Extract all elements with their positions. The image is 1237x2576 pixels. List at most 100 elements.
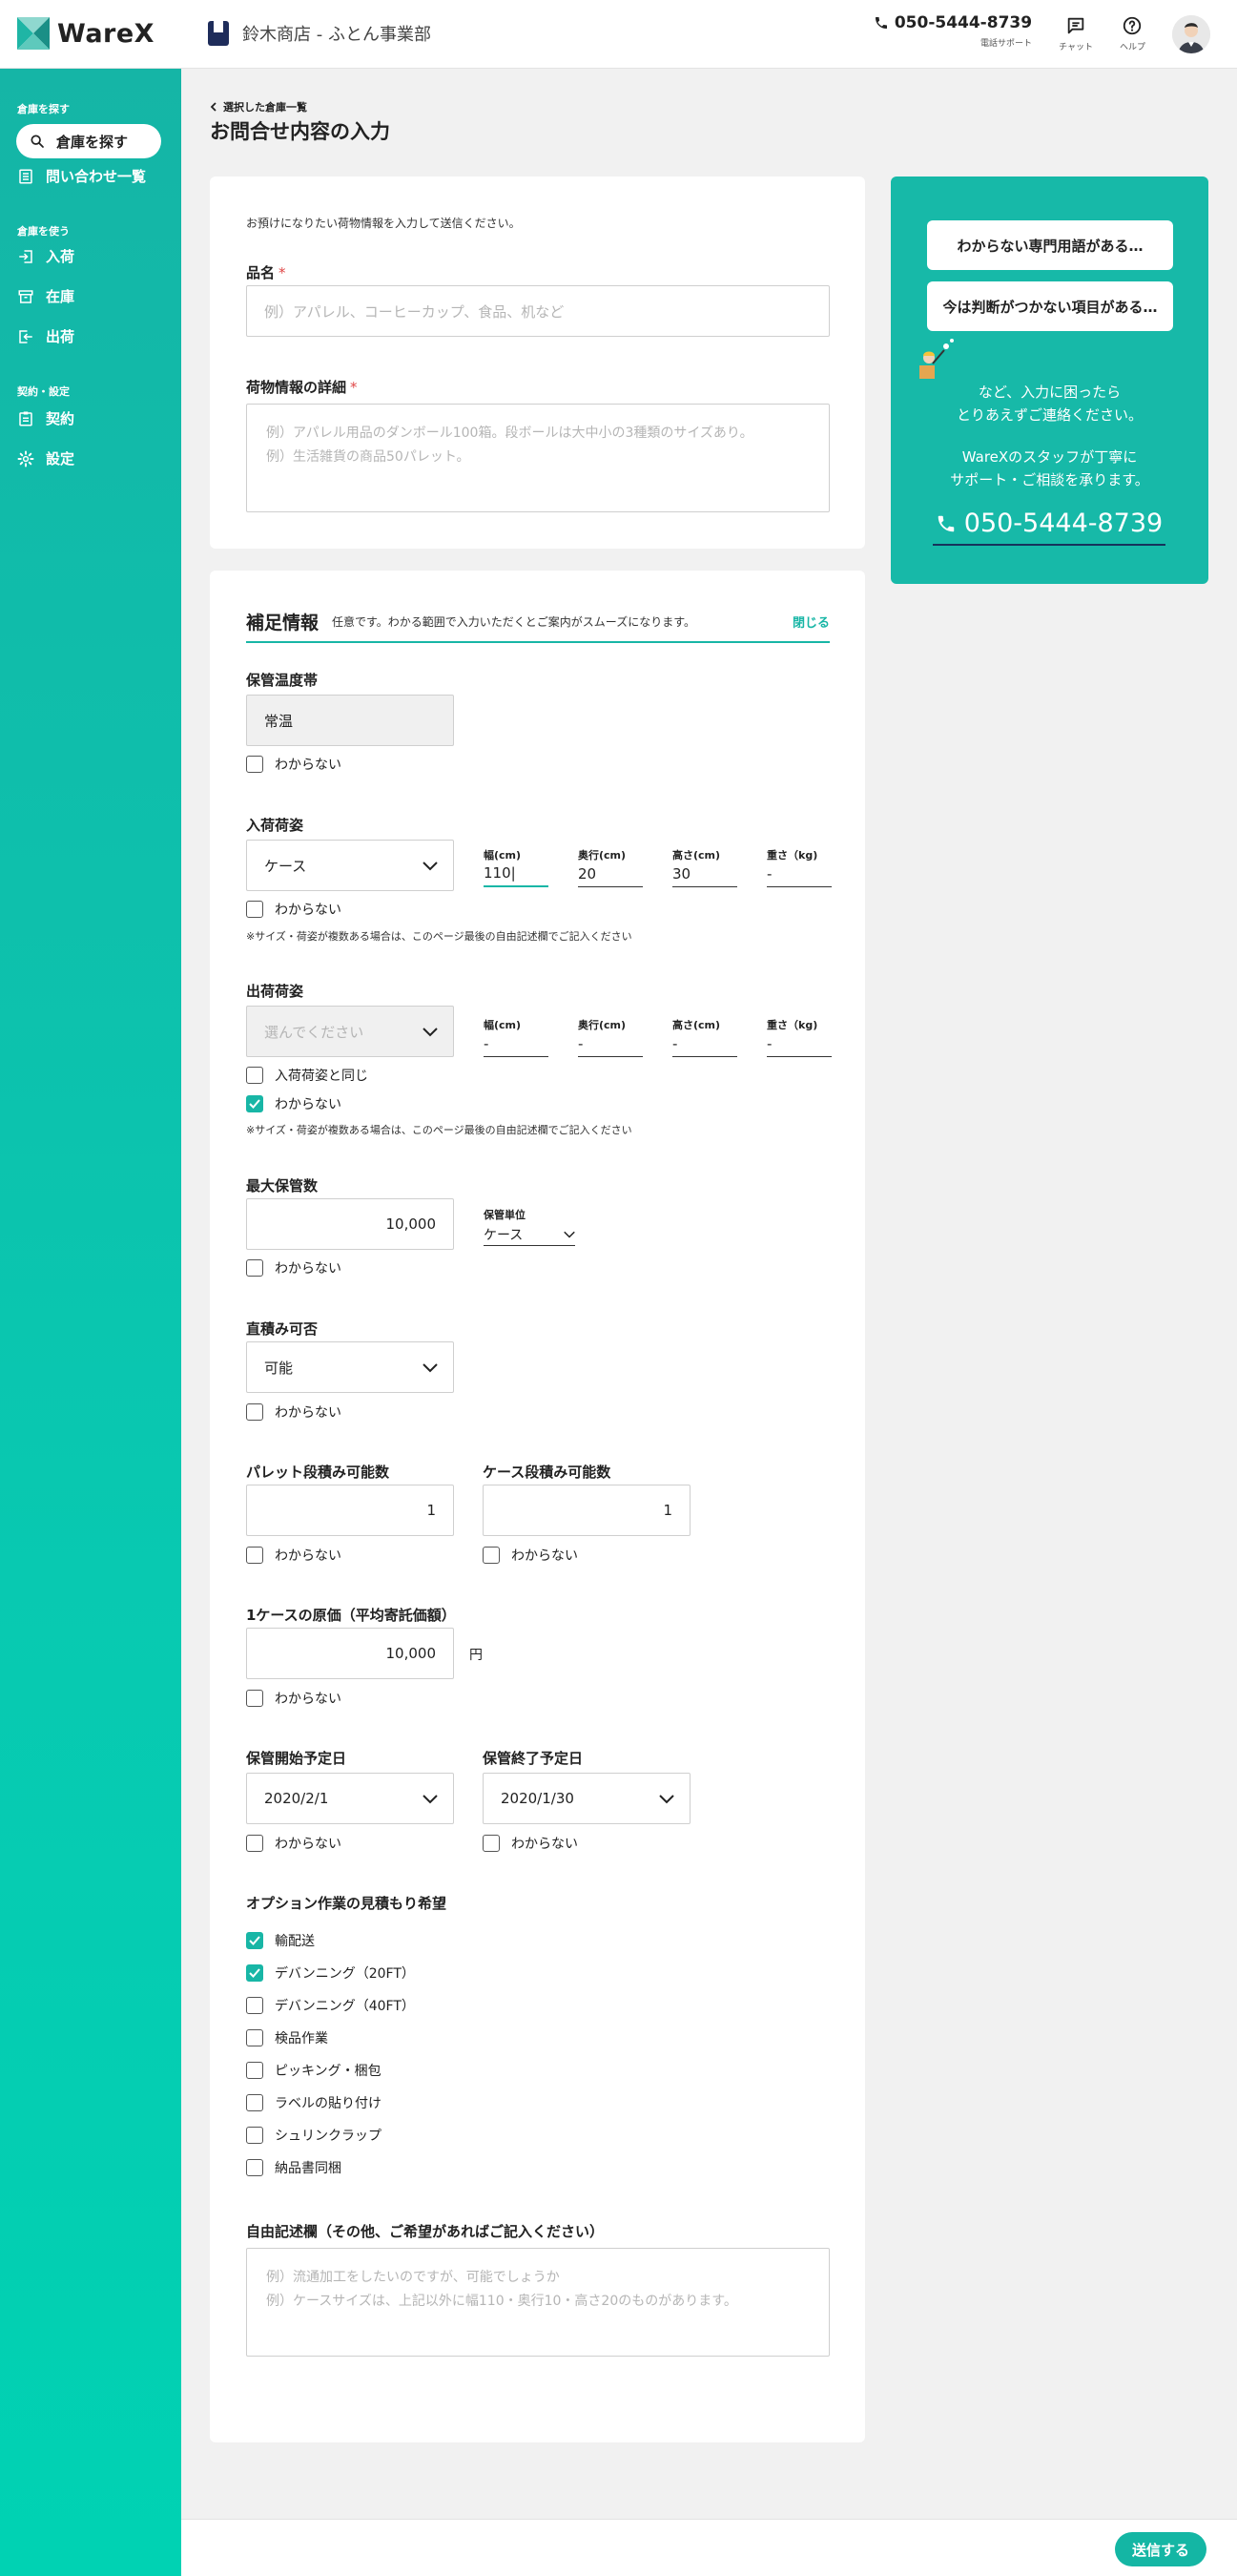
inbound-weight-input[interactable]: - — [767, 861, 832, 887]
submit-button[interactable]: 送信する — [1115, 2532, 1206, 2566]
outbound-height-input[interactable]: - — [672, 1030, 737, 1057]
max-storage-input[interactable]: 10,000 — [246, 1198, 454, 1250]
warex-logo[interactable]: WareX — [17, 17, 155, 50]
option-label: ピッキング・梱包 — [275, 2064, 381, 2079]
inbound-depth-input[interactable]: 20 — [578, 861, 643, 887]
cargo-detail-textarea[interactable]: 例）アパレル用品のダンボール100箱。段ボールは大中小の3種類のサイズあり。 例… — [246, 404, 830, 512]
option-label: 納品書同梱 — [275, 2161, 341, 2176]
sidebar-item-contract[interactable]: 契約 — [17, 408, 74, 428]
option-checkbox[interactable]: デバンニング（20FT） — [246, 1963, 415, 1983]
pallet-stack-unknown-checkbox[interactable]: わからない — [246, 1546, 341, 1565]
undecided-items-button[interactable]: 今は判断がつかない項目がある… — [927, 281, 1173, 331]
select-value: ケース — [484, 1227, 524, 1243]
option-checkbox[interactable]: 検品作業 — [246, 2028, 328, 2047]
sidebar-item-settings[interactable]: 設定 — [17, 448, 74, 468]
supplementary-subtitle: 任意です。わかる範囲で入力いただくとご案内がスムーズになります。 — [332, 615, 696, 629]
unknown-terms-button[interactable]: わからない専門用語がある… — [927, 220, 1173, 270]
sidebar-item-inbound[interactable]: 入荷 — [17, 246, 74, 266]
checkbox-label: わからない — [275, 1837, 341, 1852]
close-link[interactable]: 閉じる — [793, 613, 830, 631]
breadcrumb[interactable]: 選択した倉庫一覧 — [210, 99, 307, 114]
end-date-unknown-checkbox[interactable]: わからない — [483, 1834, 578, 1853]
direct-stacking-select[interactable]: 可能 — [246, 1341, 454, 1393]
sidebar-item-label: 問い合わせ一覧 — [46, 168, 147, 185]
checkbox-box-checked — [246, 1964, 263, 1982]
option-checkbox[interactable]: ラベルの貼り付け — [246, 2093, 381, 2112]
outbound-packing-select[interactable]: 選んでください — [246, 1006, 454, 1057]
direct-stacking-unknown-checkbox[interactable]: わからない — [246, 1402, 341, 1422]
chevron-down-icon — [659, 1795, 674, 1804]
option-checkbox[interactable]: ピッキング・梱包 — [246, 2061, 381, 2080]
inbound-packing-label: 入荷荷姿 — [246, 817, 304, 834]
sidebar-item-search-warehouse[interactable]: 倉庫を探す — [16, 124, 161, 158]
app-header: WareX 鈴木商店 - ふとん事業部 050-5444-8739 電話サポート… — [0, 0, 1237, 69]
max-storage-unknown-checkbox[interactable]: わからない — [246, 1258, 341, 1278]
inbound-width-input[interactable]: 110| — [484, 861, 548, 887]
outbound-weight-input[interactable]: - — [767, 1030, 832, 1057]
option-checkbox[interactable]: 輸配送 — [246, 1931, 315, 1950]
inbound-unknown-checkbox[interactable]: わからない — [246, 900, 341, 919]
outbound-packing-label: 出荷荷姿 — [246, 983, 304, 1000]
chat-button[interactable]: チャット — [1059, 13, 1093, 52]
start-date-unknown-checkbox[interactable]: わからない — [246, 1834, 341, 1853]
inbound-size-note: ※サイズ・荷姿が複数ある場合は、このページ最後の自由記述欄でご記入ください — [246, 930, 632, 943]
company-selector[interactable]: 鈴木商店 - ふとん事業部 — [208, 21, 431, 46]
sidebar-item-stock[interactable]: 在庫 — [17, 286, 74, 306]
start-date-select[interactable]: 2020/2/1 — [246, 1773, 454, 1824]
case-cost-input[interactable]: 10,000 — [246, 1628, 454, 1679]
sidebar-item-label: 契約 — [46, 410, 75, 427]
end-date-select[interactable]: 2020/1/30 — [483, 1773, 691, 1824]
list-icon — [19, 169, 32, 183]
user-avatar[interactable] — [1172, 15, 1210, 53]
same-as-inbound-checkbox[interactable]: 入荷荷姿と同じ — [246, 1066, 368, 1085]
chevron-left-icon — [210, 102, 216, 112]
temperature-field[interactable]: 常温 — [246, 695, 454, 746]
case-stack-unknown-checkbox[interactable]: わからない — [483, 1546, 578, 1565]
help-phone-link[interactable]: 050-5444-8739 — [933, 509, 1165, 546]
checkbox-box — [246, 2062, 263, 2079]
logo-text: WareX — [57, 18, 155, 49]
option-checkbox[interactable]: シュリンクラップ — [246, 2126, 381, 2145]
select-value: 可能 — [264, 1359, 294, 1377]
sidebar: 倉庫を探す 倉庫を探す 問い合わせ一覧 倉庫を使う 入荷 在庫 出荷 契約・設定… — [0, 69, 181, 2576]
company-name: 鈴木商店 - ふとん事業部 — [242, 25, 431, 45]
worker-illustration-icon — [919, 339, 954, 379]
outbound-icon — [19, 329, 32, 343]
temperature-unknown-checkbox[interactable]: わからない — [246, 755, 341, 774]
checkbox-box-checked — [246, 1932, 263, 1949]
checkbox-label: わからない — [275, 903, 341, 918]
free-text-label: 自由記述欄（その他、ご希望があればご記入ください） — [246, 2223, 605, 2240]
storage-unit-select[interactable]: ケース — [484, 1223, 575, 1246]
temperature-label: 保管温度帯 — [246, 672, 319, 689]
case-cost-unknown-checkbox[interactable]: わからない — [246, 1689, 341, 1708]
sidebar-section-find: 倉庫を探す — [17, 103, 70, 115]
sidebar-item-outbound[interactable]: 出荷 — [17, 326, 74, 346]
outbound-unknown-checkbox[interactable]: わからない — [246, 1094, 341, 1113]
option-label: デバンニング（20FT） — [275, 1966, 415, 1982]
search-icon — [31, 135, 44, 148]
yen-unit: 円 — [469, 1648, 483, 1663]
option-checkbox[interactable]: デバンニング（40FT） — [246, 1996, 415, 2015]
outbound-width-input[interactable]: - — [484, 1030, 548, 1057]
clipboard-icon — [19, 411, 32, 426]
outbound-depth-input[interactable]: - — [578, 1030, 643, 1057]
checkbox-box — [246, 1403, 263, 1421]
textarea-placeholder-line: 例）アパレル用品のダンボール100箱。段ボールは大中小の3種類のサイズあり。 — [266, 426, 753, 441]
select-value: 2020/2/1 — [264, 1790, 329, 1807]
max-storage-label: 最大保管数 — [246, 1177, 319, 1195]
pallet-stack-input[interactable]: 1 — [246, 1485, 454, 1536]
help-button[interactable]: ヘルプ — [1120, 13, 1145, 52]
chevron-down-icon — [423, 1028, 438, 1037]
sidebar-item-label: 出荷 — [46, 328, 75, 345]
case-stack-input[interactable]: 1 — [483, 1485, 691, 1536]
free-text-textarea[interactable]: 例）流通加工をしたいのですが、可能でしょうか 例）ケースサイズは、上記以外に幅1… — [246, 2248, 830, 2357]
sidebar-item-inquiries[interactable]: 問い合わせ一覧 — [17, 166, 146, 186]
option-checkbox[interactable]: 納品書同梱 — [246, 2158, 341, 2177]
inbound-packing-select[interactable]: ケース — [246, 840, 454, 891]
phone-support[interactable]: 050-5444-8739 電話サポート — [874, 13, 1032, 49]
item-name-input[interactable]: 例）アパレル、コーヒーカップ、食品、机など — [246, 285, 830, 337]
help-message-1: など、入力に困ったら とりあえずご連絡ください。 — [956, 384, 1143, 424]
basic-info-card: お預けになりたい荷物情報を入力して送信ください。 品名 * 例）アパレル、コーヒー… — [210, 177, 865, 549]
checkbox-box-checked — [246, 1095, 263, 1112]
inbound-height-input[interactable]: 30 — [672, 861, 737, 887]
